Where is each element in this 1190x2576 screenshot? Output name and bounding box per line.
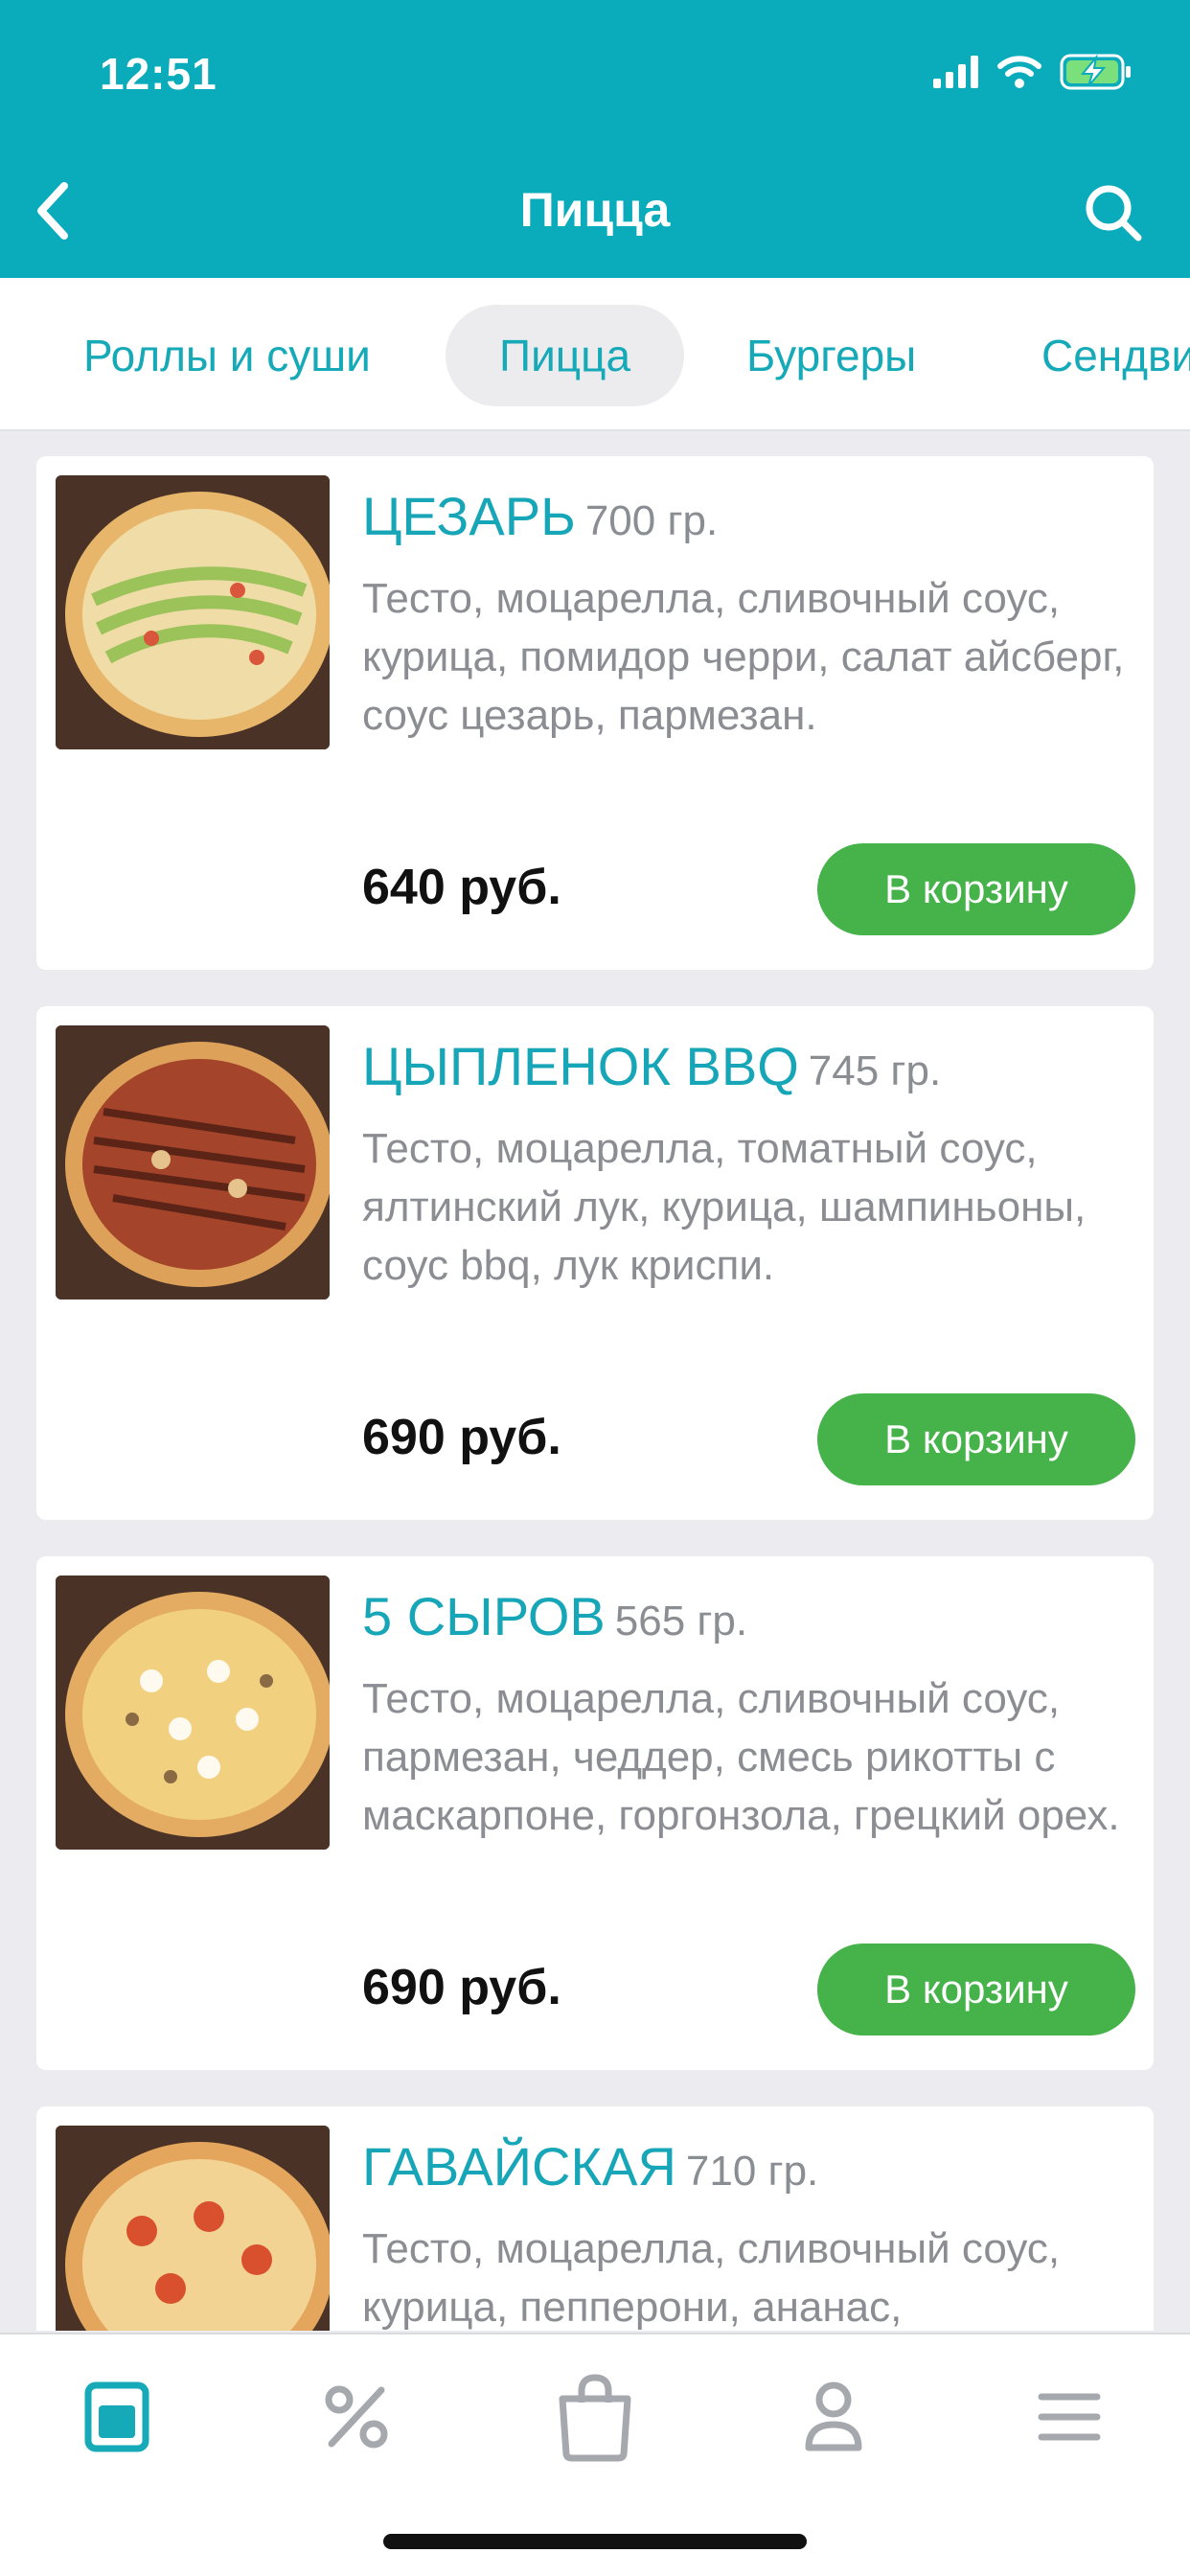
product-weight: 700 гр. — [584, 497, 719, 544]
nav-promotions[interactable] — [309, 2369, 404, 2465]
product-price: 640 руб. — [362, 860, 561, 915]
product-weight: 745 гр. — [808, 1047, 942, 1094]
tab-rolls-sushi[interactable]: Роллы и суши — [31, 305, 423, 406]
product-description: Тесто, моцарелла, сливочный соус, курица… — [362, 2225, 1061, 2331]
nav-menu[interactable] — [69, 2369, 165, 2465]
product-title: ЦЕЗАРЬ — [362, 486, 576, 546]
status-time: 12:51 — [100, 49, 217, 99]
product-price: 690 руб. — [362, 1960, 561, 2015]
search-button[interactable] — [1075, 174, 1152, 251]
product-card[interactable]: ЦЫПЛЕНОК BBQ 745 гр. Тесто, моцарелла, то… — [36, 1006, 1154, 1520]
nav-more[interactable] — [1021, 2369, 1117, 2465]
product-list: ЦЕЗАРЬ 700 гр. Тесто, моцарелла, сливочны… — [0, 433, 1190, 2331]
search-icon — [1086, 185, 1142, 242]
product-image — [56, 475, 330, 749]
signal-icon — [933, 56, 978, 88]
product-title: ГАВАЙСКАЯ — [362, 2136, 676, 2196]
product-description: Тесто, моцарелла, томатный соус, ялтинск… — [362, 1125, 1087, 1289]
nav-cart[interactable] — [547, 2369, 643, 2465]
product-price: 690 руб. — [362, 1410, 561, 1465]
product-image — [56, 1576, 330, 1850]
category-tabs: Роллы и суши Пицца Бургеры Сендвичи — [0, 278, 1190, 431]
product-card[interactable]: 5 СЫРОВ 565 гр. Тесто, моцарелла, сливочн… — [36, 1556, 1154, 2070]
nav-profile[interactable] — [786, 2369, 881, 2465]
page-title: Пицца — [519, 183, 671, 237]
product-card[interactable]: ГАВАЙСКАЯ 710 гр. Тесто, моцарелла, сливо… — [36, 2106, 1154, 2331]
battery-charging-icon — [1060, 54, 1131, 90]
hamburger-menu-icon — [1038, 2393, 1101, 2441]
product-weight: 710 гр. — [685, 2148, 819, 2195]
menu-book-icon — [84, 2381, 149, 2452]
home-indicator — [383, 2534, 807, 2549]
tab-pizza[interactable]: Пицца — [446, 305, 685, 406]
add-to-cart-button[interactable]: В корзину — [817, 843, 1135, 935]
product-description: Тесто, моцарелла, сливочный соус, пармез… — [362, 1675, 1120, 1839]
percent-icon — [325, 2385, 388, 2449]
tab-sandwiches[interactable]: Сендвичи — [989, 305, 1190, 406]
product-description: Тесто, моцарелла, сливочный соус, курица… — [362, 575, 1125, 739]
product-title: 5 СЫРОВ — [362, 1586, 606, 1646]
product-card[interactable]: ЦЕЗАРЬ 700 гр. Тесто, моцарелла, сливочны… — [36, 456, 1154, 970]
add-to-cart-button[interactable]: В корзину — [817, 1393, 1135, 1485]
status-icons — [933, 54, 1133, 90]
add-to-cart-button[interactable]: В корзину — [817, 1944, 1135, 2036]
tab-burgers[interactable]: Бургеры — [694, 305, 969, 406]
wifi-icon — [997, 56, 1041, 88]
app-header: 12:51 Пицца — [0, 0, 1190, 278]
profile-icon — [805, 2381, 862, 2451]
product-weight: 565 гр. — [614, 1598, 748, 1644]
product-image — [56, 2126, 330, 2331]
product-title: ЦЫПЛЕНОК BBQ — [362, 1036, 799, 1096]
shopping-bag-icon — [559, 2374, 631, 2462]
product-image — [56, 1025, 330, 1300]
